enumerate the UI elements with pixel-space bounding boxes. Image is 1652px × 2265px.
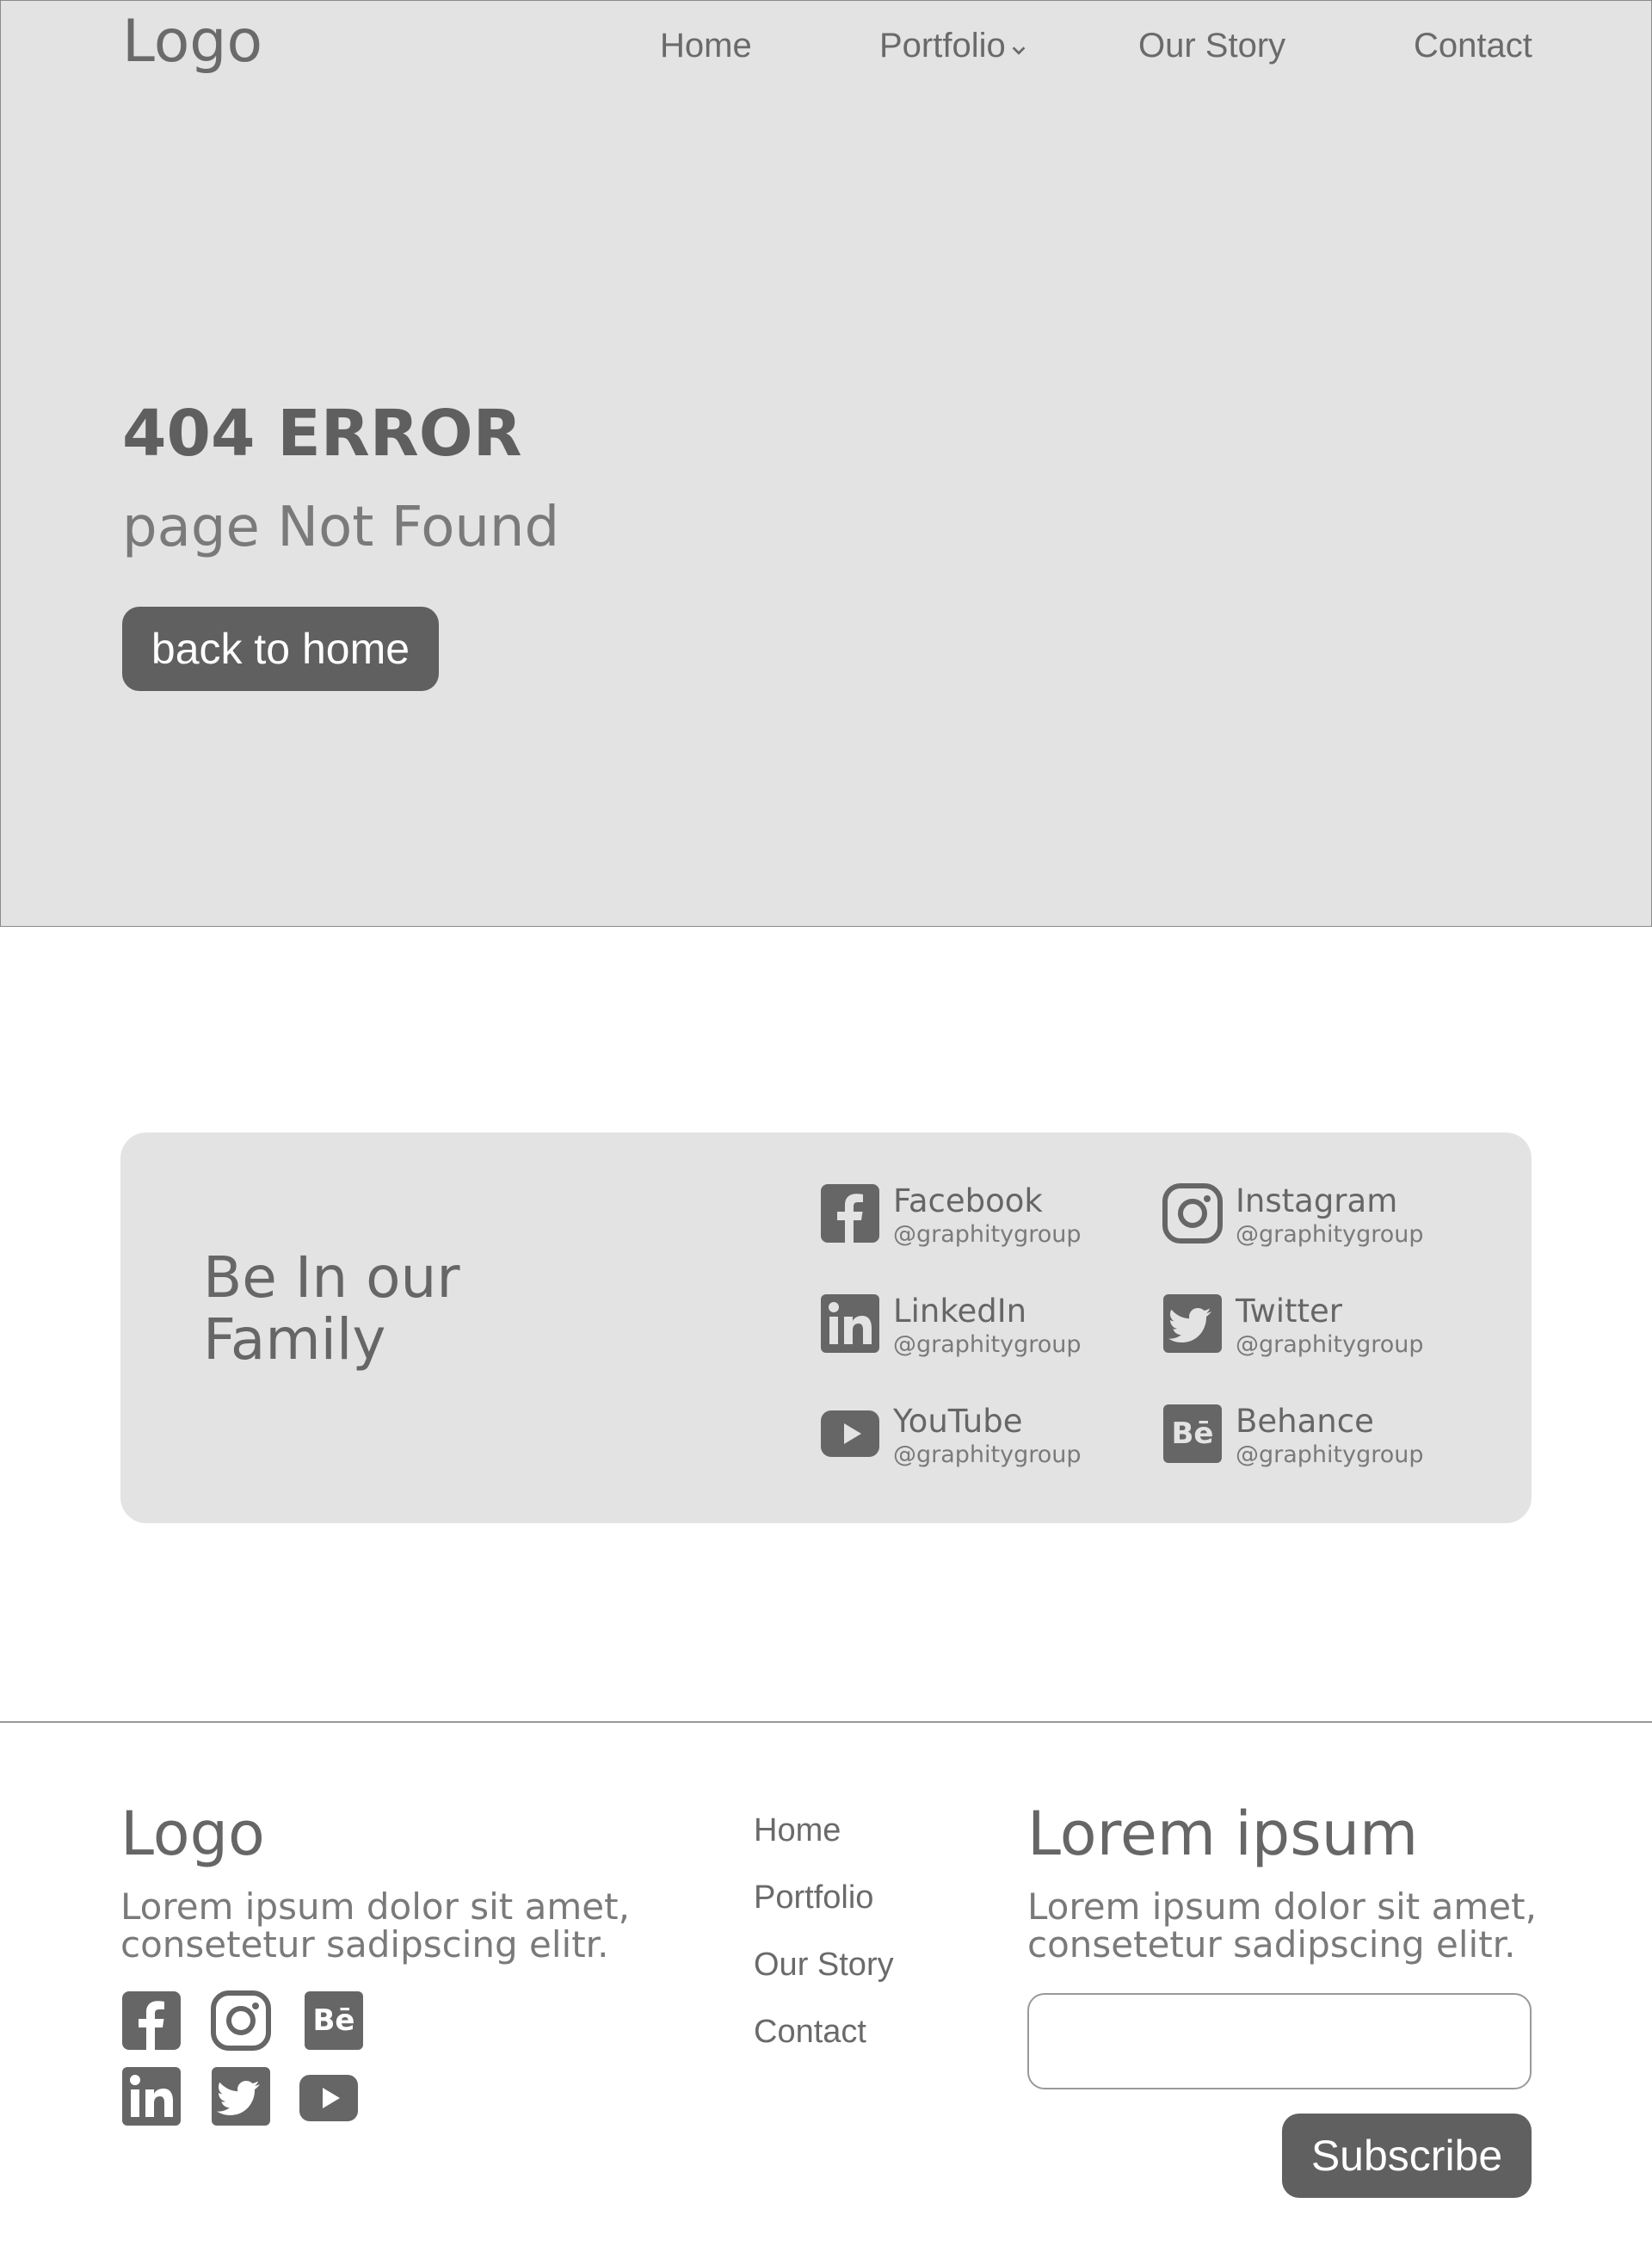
nav-portfolio[interactable]: Portfolio bbox=[879, 27, 1028, 65]
social-name: YouTube bbox=[893, 1403, 1023, 1440]
footer-divider bbox=[0, 1721, 1652, 1723]
social-handle: @graphitygroup bbox=[893, 1331, 1082, 1358]
footer-nav-home[interactable]: Home bbox=[754, 1812, 841, 1849]
facebook-icon bbox=[821, 1184, 879, 1243]
social-name: Instagram bbox=[1236, 1182, 1398, 1219]
social-linkedin[interactable]: LinkedIn @graphitygroup bbox=[819, 1293, 1082, 1360]
nav-our-story[interactable]: Our Story bbox=[1138, 27, 1285, 65]
social-twitter[interactable]: Twitter @graphitygroup bbox=[1162, 1293, 1424, 1360]
hero-section: Logo Home Portfolio Our Story Contact 40… bbox=[0, 0, 1652, 927]
facebook-icon[interactable] bbox=[120, 1990, 182, 2052]
social-handle: @graphitygroup bbox=[893, 1221, 1082, 1248]
footer-nav-portfolio[interactable]: Portfolio bbox=[754, 1879, 873, 1916]
back-to-home-button[interactable]: back to home bbox=[122, 607, 439, 691]
error-title: 404 ERROR bbox=[122, 397, 522, 471]
svg-text:Bē: Bē bbox=[1172, 1416, 1214, 1451]
instagram-icon bbox=[1162, 1183, 1223, 1244]
youtube-icon bbox=[821, 1410, 879, 1457]
linkedin-icon bbox=[821, 1294, 879, 1353]
social-behance[interactable]: Bē Behance @graphitygroup bbox=[1162, 1403, 1424, 1470]
footer-logo[interactable]: Logo bbox=[120, 1799, 265, 1869]
twitter-icon[interactable] bbox=[210, 2065, 272, 2127]
social-facebook[interactable]: Facebook @graphitygroup bbox=[819, 1182, 1082, 1250]
social-name: Facebook bbox=[893, 1182, 1043, 1219]
family-title: Be In our Family bbox=[203, 1244, 460, 1373]
behance-icon: Bē bbox=[1163, 1404, 1222, 1463]
newsletter-description: Lorem ipsum dolor sit amet, consetetur s… bbox=[1027, 1885, 1537, 1966]
social-handle: @graphitygroup bbox=[1236, 1221, 1424, 1248]
social-instagram[interactable]: Instagram @graphitygroup bbox=[1162, 1182, 1424, 1250]
chevron-down-icon bbox=[1012, 46, 1026, 55]
social-handle: @graphitygroup bbox=[893, 1441, 1082, 1468]
footer-description: Lorem ipsum dolor sit amet, consetetur s… bbox=[120, 1885, 630, 1966]
footer-social-icons: Bē bbox=[119, 1986, 394, 2132]
twitter-icon bbox=[1163, 1294, 1222, 1353]
social-family-card: Be In our Family Facebook @graphitygroup… bbox=[120, 1132, 1532, 1523]
newsletter-title: Lorem ipsum bbox=[1027, 1799, 1419, 1869]
newsletter-email-input[interactable] bbox=[1027, 1993, 1532, 2089]
youtube-icon[interactable] bbox=[298, 2067, 360, 2129]
social-name: Behance bbox=[1236, 1403, 1374, 1440]
social-youtube[interactable]: YouTube @graphitygroup bbox=[819, 1403, 1082, 1470]
social-name: Twitter bbox=[1236, 1293, 1343, 1330]
social-handle: @graphitygroup bbox=[1236, 1331, 1424, 1358]
footer-nav-our-story[interactable]: Our Story bbox=[754, 1947, 894, 1984]
svg-text:Bē: Bē bbox=[313, 2003, 355, 2038]
error-subtitle: page Not Found bbox=[122, 496, 560, 559]
social-handle: @graphitygroup bbox=[1236, 1441, 1424, 1468]
subscribe-button[interactable]: Subscribe bbox=[1282, 2114, 1532, 2198]
nav-home[interactable]: Home bbox=[660, 27, 752, 65]
instagram-icon[interactable] bbox=[210, 1990, 272, 2052]
nav-portfolio-label: Portfolio bbox=[879, 27, 1006, 65]
social-name: LinkedIn bbox=[893, 1293, 1027, 1330]
header-logo[interactable]: Logo bbox=[122, 8, 262, 76]
linkedin-icon[interactable] bbox=[120, 2065, 182, 2127]
behance-icon[interactable]: Bē bbox=[303, 1990, 365, 2052]
nav-contact[interactable]: Contact bbox=[1414, 27, 1532, 65]
footer-nav-contact[interactable]: Contact bbox=[754, 2014, 866, 2051]
